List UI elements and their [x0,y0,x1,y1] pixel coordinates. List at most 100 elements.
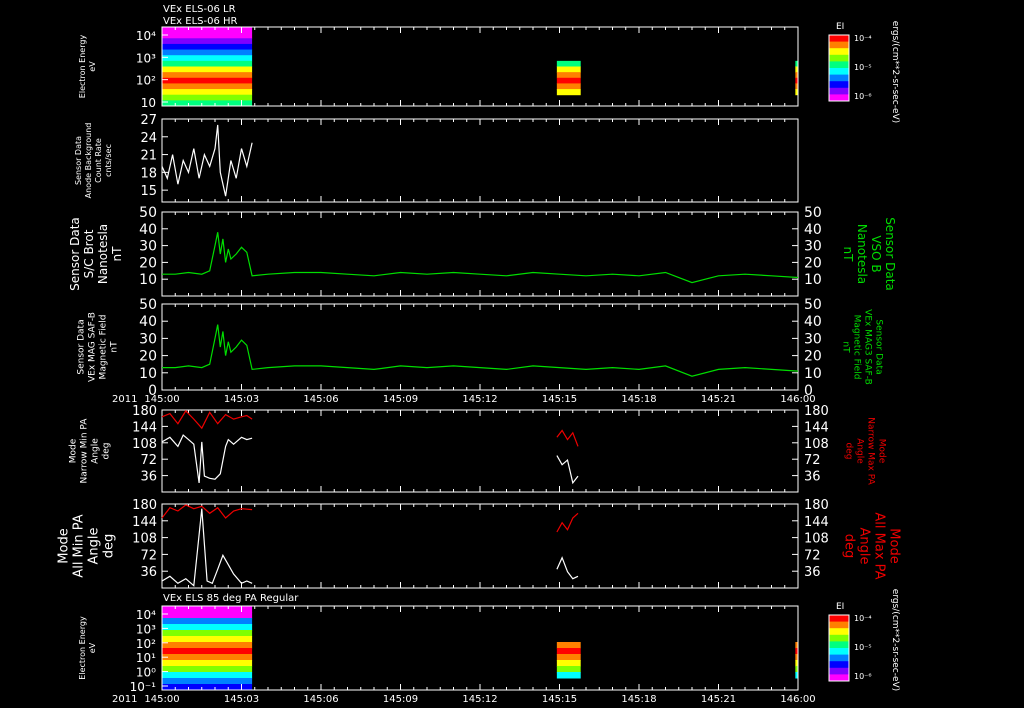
left-axis-label: Sensor Data [77,319,87,374]
y-tick-label: 36 [140,565,157,580]
series-line-0 [556,455,579,485]
time-tick-label: 145:21 [701,394,736,405]
colorbar-unit-bottom: ergs/(cm**2-sr-sec-eV) [890,589,900,691]
panel-frame [161,409,799,493]
colorbar-bottom-swatch [829,615,849,623]
right-axis-label: Sensor Data [874,319,884,374]
heatmap-cell [556,72,581,79]
y-tick-label: 27 [140,113,157,128]
heatmap-cell [162,642,253,649]
heatmap-cell [162,55,253,62]
colorbar-top-swatch [829,54,849,62]
colorbar-bottom-swatch [829,661,849,669]
y-tick-label: 21 [140,149,157,164]
bottom-panel-title: VEx ELS 85 deg PA Regular [163,593,299,604]
y-tick-label: 40 [139,314,157,330]
y-tick-label-right: 72 [804,548,821,563]
panel-frame [161,211,799,297]
time-tick-label: 145:03 [224,394,259,405]
y-tick-label-right: 72 [804,453,821,468]
chart-canvas: VEx ELS-06 LR VEx ELS-06 HR VEx ELS 85 d… [57,4,902,705]
left-axis-label: nT [110,246,124,262]
series-line-0 [162,232,799,284]
heatmap-cell [162,666,253,673]
right-axis-label: Sensor Data [883,217,897,291]
y-tick-label: 10 [141,96,156,110]
year-label: 2011 [112,694,137,705]
heatmap-cell [556,60,581,67]
heatmap-cell [556,642,581,649]
time-tick-label: 145:21 [701,694,736,705]
y-tick-label: 180 [132,498,157,513]
colorbar-bottom-swatch [829,634,849,642]
y-tick-label: 10¹ [136,651,156,665]
y-tick-label: 10² [136,637,156,651]
left-axis-label: Electron Energy [78,35,87,99]
heatmap-cell [162,60,253,67]
y-tick-label: 24 [140,131,157,146]
left-axis-label: Sensor Data [74,136,83,185]
colorbar-bottom-swatch [829,648,849,656]
time-tick-label: 145:06 [303,694,338,705]
panel-frame [161,118,799,203]
series-line-0 [162,324,799,377]
heatmap-cell [162,94,253,101]
right-axis-label: deg [842,534,857,559]
y-tick-label-right: 10 [804,272,822,288]
left-axis-label: Anode Background [84,123,93,199]
left-axis-label: Mode [69,438,79,463]
y-tick-label-right: 36 [804,470,821,485]
y-tick-label-right: 108 [804,437,829,452]
heatmap-cell [556,660,581,667]
heatmap-cell [162,72,253,79]
y-tick-label: 30 [139,331,157,347]
y-tick-label: 10³ [136,51,156,65]
y-tick-label-right: 50 [804,297,822,313]
left-axis-label: deg [102,534,117,559]
colorbar-bottom-swatch [829,674,849,682]
left-axis-label: eV [88,642,97,653]
time-tick-label: 145:06 [303,394,338,405]
heatmap-cell [162,660,253,667]
heatmap-cell [556,89,581,96]
panel-frame [161,503,799,589]
y-tick-label: 15 [140,184,157,199]
heatmap-cell [162,630,253,637]
y-tick-label: 18 [140,166,157,181]
y-tick-label-right: 20 [804,255,822,271]
y-tick-label-right: 10 [804,366,822,382]
time-tick-label: 145:15 [542,694,577,705]
heatmap-cell [556,672,581,679]
y-tick-label: 144 [132,420,157,435]
right-axis-label: nT [841,341,851,353]
y-tick-label-right: 108 [804,532,829,547]
heatmap-cell [162,636,253,643]
time-tick-label: 145:09 [383,394,418,405]
y-tick-label-right: 144 [804,515,829,530]
right-axis-label: All Max PA [872,512,887,579]
time-tick-label: 145:03 [224,694,259,705]
heatmap-cell [162,38,253,45]
y-tick-label: 144 [132,515,157,530]
y-tick-label: 10⁴ [136,608,156,622]
left-axis-label: eV [88,61,97,72]
colorbar-top-tick: 10⁻⁶ [854,92,872,101]
y-tick-label: 10⁰ [136,666,156,680]
panel-frame [161,303,799,391]
time-tick-label: 145:18 [621,694,656,705]
heatmap-cell [556,648,581,655]
colorbar-top-swatch [829,81,849,89]
series-line-1 [556,512,579,533]
colorbar-top-tick: 10⁻⁵ [854,63,872,72]
left-axis-label: nT [110,341,120,353]
heatmap-cell [556,83,581,90]
panel-frame [161,605,799,691]
heatmap-cell [162,678,253,685]
y-tick-label-right: 180 [804,404,829,419]
time-tick-label: 145:12 [462,394,497,405]
colorbar-top-swatch [829,87,849,95]
right-axis-label: Mode [887,528,902,563]
colorbar-bottom-tick: 10⁻⁶ [854,672,872,681]
right-axis-label: Mode [877,439,887,464]
right-axis-label: VEx MAG3 SAF-B [863,309,873,385]
